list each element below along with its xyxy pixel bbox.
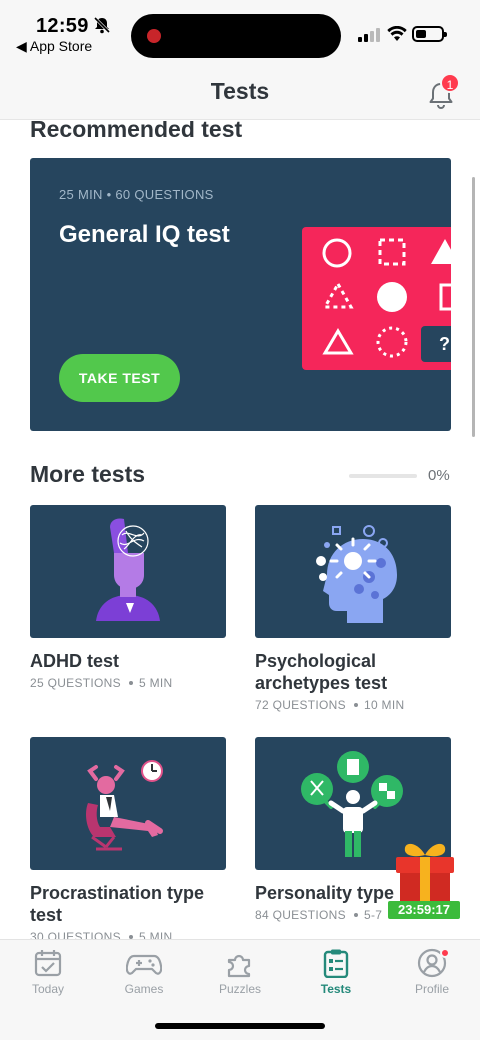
tab-label: Profile bbox=[414, 982, 449, 996]
notification-badge: 1 bbox=[440, 73, 460, 93]
test-meta: 30 QUESTIONS 5 MIN bbox=[30, 930, 173, 939]
cellular-signal-icon bbox=[358, 28, 380, 42]
recommended-section-title: Recommended test bbox=[30, 121, 243, 142]
gamepad-icon bbox=[126, 954, 162, 975]
clipboard-icon bbox=[323, 949, 349, 978]
tests-progress-bar bbox=[349, 474, 417, 478]
tab-label: Puzzles bbox=[218, 982, 262, 996]
tab-label: Tests bbox=[320, 982, 352, 996]
test-meta: 25 QUESTIONS 5 MIN bbox=[30, 676, 173, 690]
gift-countdown-timer: 23:59:17 bbox=[388, 901, 460, 919]
status-time: 12:59 bbox=[36, 15, 89, 37]
recommended-test-meta: 25 MIN • 60 QUESTIONS bbox=[59, 187, 214, 202]
app-header: Tests bbox=[0, 60, 480, 120]
take-test-button[interactable]: TAKE TEST bbox=[59, 354, 180, 402]
tab-games[interactable]: Games bbox=[104, 948, 184, 996]
test-title: Psychological archetypes test bbox=[255, 651, 388, 693]
calendar-icon bbox=[34, 950, 62, 977]
tab-label: Today bbox=[31, 982, 65, 996]
test-meta: 72 QUESTIONS 10 MIN bbox=[255, 698, 405, 712]
battery-icon bbox=[412, 26, 447, 42]
test-title: Procrastination type test bbox=[30, 883, 205, 925]
test-card-adhd[interactable]: ADHD test 25 QUESTIONS 5 MIN bbox=[30, 505, 226, 690]
profile-notification-dot bbox=[440, 948, 450, 958]
status-bar: 12:59 ◀ App Store bbox=[0, 0, 480, 60]
procrastination-illustration bbox=[30, 737, 226, 870]
tests-progress-label: 0% bbox=[428, 467, 450, 484]
test-card-procrastination[interactable]: Procrastination type test 30 QUESTIONS 5 … bbox=[30, 737, 226, 939]
bell-muted-icon bbox=[93, 16, 111, 34]
tab-label: Games bbox=[124, 982, 164, 996]
recording-indicator bbox=[147, 29, 161, 43]
test-title: ADHD test bbox=[30, 651, 120, 671]
adhd-illustration bbox=[30, 505, 226, 638]
scrollbar[interactable] bbox=[472, 177, 475, 437]
archetypes-illustration bbox=[255, 505, 451, 638]
tab-today[interactable]: Today bbox=[8, 948, 88, 996]
more-tests-title: More tests bbox=[30, 461, 146, 487]
test-card-archetypes[interactable]: Psychological archetypes test 72 QUESTIO… bbox=[255, 505, 451, 712]
tab-puzzles[interactable]: Puzzles bbox=[200, 948, 280, 996]
dynamic-island bbox=[131, 14, 341, 58]
recommended-test-card[interactable]: 25 MIN • 60 QUESTIONS General IQ test TA… bbox=[30, 158, 451, 431]
tab-tests[interactable]: Tests bbox=[296, 948, 376, 996]
iq-shapes-illustration: ? bbox=[302, 227, 451, 370]
page-title: Tests bbox=[210, 78, 270, 104]
home-indicator[interactable] bbox=[155, 1023, 325, 1029]
tab-profile[interactable]: Profile bbox=[392, 948, 472, 996]
question-mark-tile: ? bbox=[421, 326, 451, 362]
wifi-icon bbox=[387, 26, 407, 41]
puzzle-icon bbox=[227, 954, 251, 978]
recommended-test-title: General IQ test bbox=[59, 221, 230, 248]
tests-content[interactable]: Recommended test 25 MIN • 60 QUESTIONS G… bbox=[0, 121, 480, 939]
back-to-app-store[interactable]: ◀ App Store bbox=[16, 38, 92, 55]
